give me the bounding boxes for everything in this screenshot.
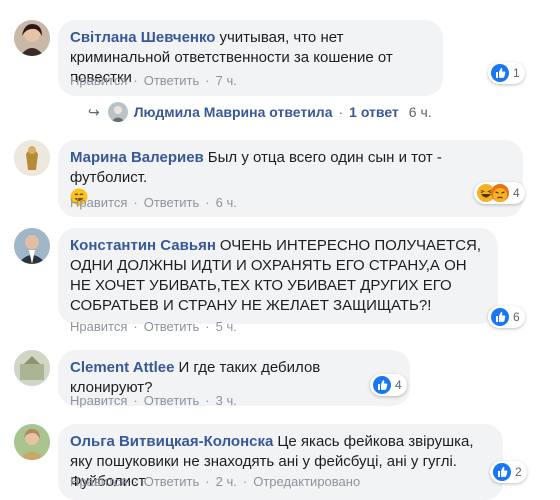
reply-link[interactable]: Ответить [144, 474, 200, 489]
reactions-badge[interactable]: 2 [490, 461, 527, 483]
like-icon [373, 376, 391, 394]
like-icon [493, 463, 511, 481]
reply-arrow-icon: ↪ [88, 103, 100, 120]
like-link[interactable]: Нравится [70, 195, 127, 210]
reaction-count: 4 [513, 186, 520, 200]
avatar[interactable] [14, 350, 50, 386]
replies-time: 6 ч. [408, 104, 432, 120]
reaction-count: 2 [515, 465, 522, 479]
reactions-badge[interactable]: 1 [488, 62, 525, 84]
comment-time[interactable]: 2 ч. [216, 474, 237, 489]
comment-author[interactable]: Ольга Витвицкая-Колонска [70, 433, 273, 450]
replies-summary[interactable]: Людмила Маврина ответила [134, 104, 333, 120]
avatar[interactable] [14, 228, 50, 264]
angry-icon [491, 184, 509, 202]
comment-actions: Нравится · Ответить · 5 ч. [70, 319, 237, 334]
avatar[interactable] [14, 20, 50, 56]
like-icon [491, 308, 509, 326]
comment-author[interactable]: Clement Attlee [70, 359, 174, 376]
reaction-count: 6 [513, 310, 520, 324]
avatar[interactable] [14, 424, 50, 460]
comment-actions: Нравится · Ответить · 7 ч. [70, 73, 237, 88]
comment-time[interactable]: 6 ч. [216, 195, 237, 210]
comment-bubble: Константин Савьян ОЧЕНЬ ИНТЕРЕСНО ПОЛУЧАЕ… [58, 228, 498, 324]
replies-count[interactable]: 1 ответ [349, 104, 399, 120]
comment-author[interactable]: Марина Валериев [70, 149, 204, 166]
comment-actions: Нравится · Ответить · 6 ч. [70, 195, 237, 210]
like-icon [491, 64, 509, 82]
avatar [107, 102, 128, 122]
like-link[interactable]: Нравится [70, 319, 127, 334]
reply-link[interactable]: Ответить [144, 195, 200, 210]
reaction-count: 1 [513, 66, 520, 80]
comment-time[interactable]: 7 ч. [216, 73, 237, 88]
comment-author[interactable]: Світлана Шевченко [70, 29, 215, 46]
reactions-badge[interactable]: 4 [474, 182, 525, 204]
like-link[interactable]: Нравится [70, 474, 127, 489]
reply-link[interactable]: Ответить [144, 73, 200, 88]
like-link[interactable]: Нравится [70, 393, 127, 408]
comment-actions: Нравится · Ответить · 3 ч. [70, 393, 237, 408]
view-replies[interactable]: ↪ Людмила Маврина ответила · 1 ответ 6 ч… [88, 102, 432, 122]
like-link[interactable]: Нравится [70, 73, 127, 88]
comment-author[interactable]: Константин Савьян [70, 237, 216, 254]
reactions-badge[interactable]: 6 [488, 306, 525, 328]
comment-time[interactable]: 5 ч. [216, 319, 237, 334]
comment-time[interactable]: 3 ч. [216, 393, 237, 408]
reply-link[interactable]: Ответить [144, 319, 200, 334]
edited-label[interactable]: Отредактировано [253, 474, 360, 489]
reaction-count: 4 [395, 378, 402, 392]
avatar[interactable] [14, 140, 50, 176]
comment-actions: Нравится · Ответить · 2 ч. · Отредактировано [70, 474, 361, 489]
reactions-badge[interactable]: 4 [370, 374, 407, 396]
reply-link[interactable]: Ответить [144, 393, 200, 408]
